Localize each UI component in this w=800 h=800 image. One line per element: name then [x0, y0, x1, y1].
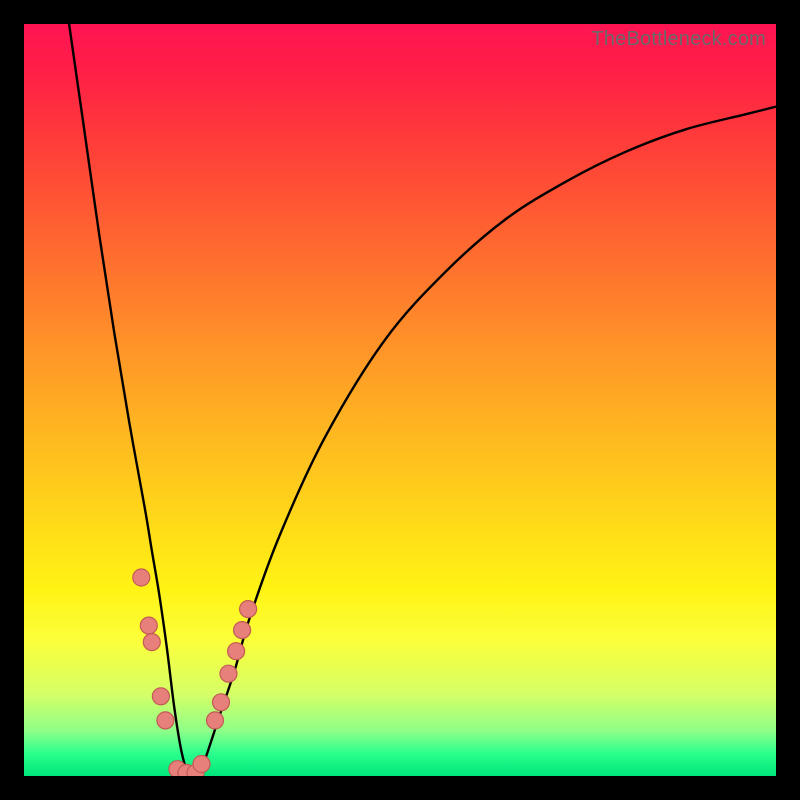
curve-layer — [24, 24, 776, 776]
data-point — [240, 601, 257, 618]
data-point — [133, 569, 150, 586]
data-point — [157, 712, 174, 729]
plot-area: TheBottleneck.com — [24, 24, 776, 776]
data-point — [143, 634, 160, 651]
data-point — [140, 617, 157, 634]
chart-frame: TheBottleneck.com — [0, 0, 800, 800]
data-point — [213, 694, 230, 711]
data-point — [220, 665, 237, 682]
data-point — [228, 643, 245, 660]
data-point — [152, 688, 169, 705]
data-point — [234, 622, 251, 639]
marker-group — [133, 569, 257, 776]
bottleneck-curve — [69, 24, 776, 776]
data-point — [207, 712, 224, 729]
data-point — [193, 756, 210, 773]
